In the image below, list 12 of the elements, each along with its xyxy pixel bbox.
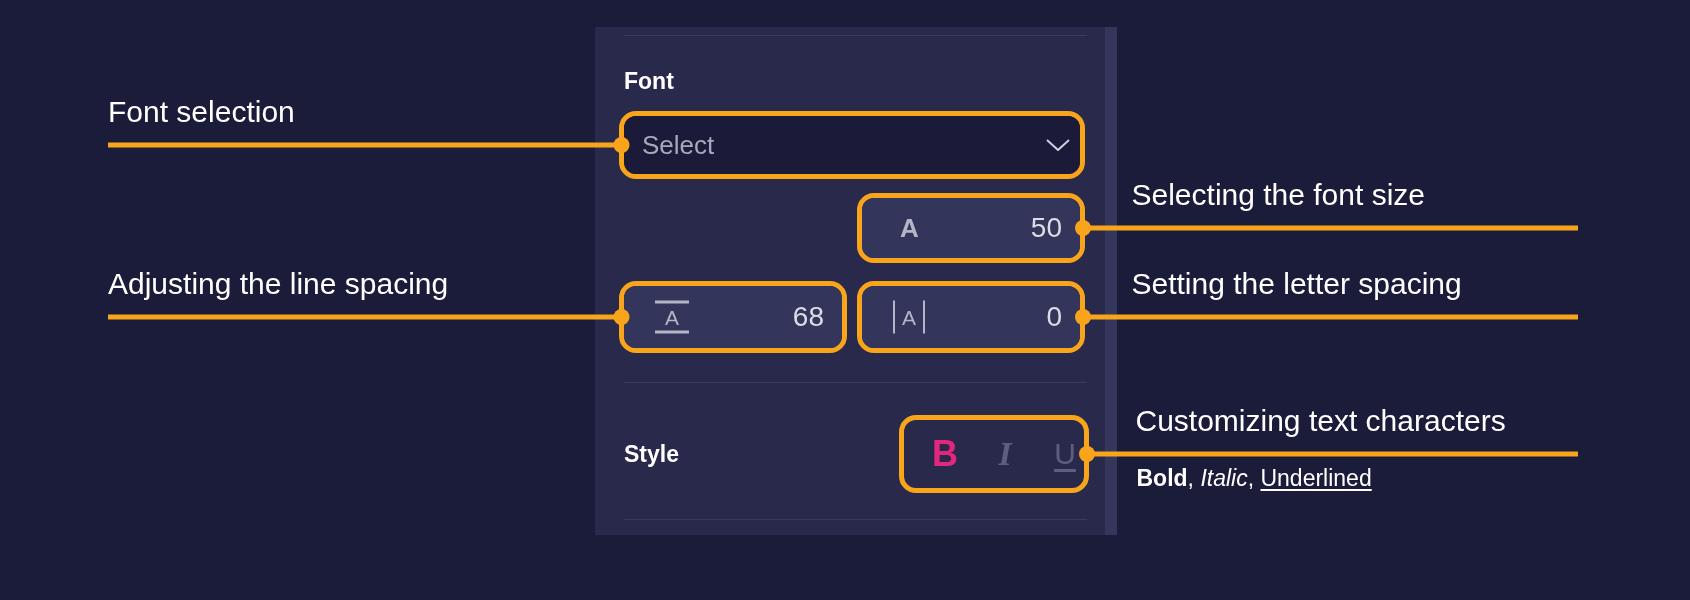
chevron-down-icon (1046, 139, 1070, 151)
font-select[interactable]: Select (624, 116, 1080, 174)
callout-label: Customizing text characters (1135, 403, 1506, 439)
style-heading: Style (624, 440, 679, 468)
callout-label: Setting the letter spacing (1131, 266, 1462, 302)
font-heading: Font (624, 67, 675, 95)
callout-note: Bold, Italic, Underlined (1136, 465, 1372, 491)
callout-label: Selecting the font size (1131, 177, 1425, 213)
callout-label: Font selection (108, 94, 295, 130)
scrollbar-track[interactable] (1105, 27, 1117, 535)
font-size-icon: A (900, 213, 919, 243)
callout-label: Adjusting the line spacing (108, 266, 449, 302)
